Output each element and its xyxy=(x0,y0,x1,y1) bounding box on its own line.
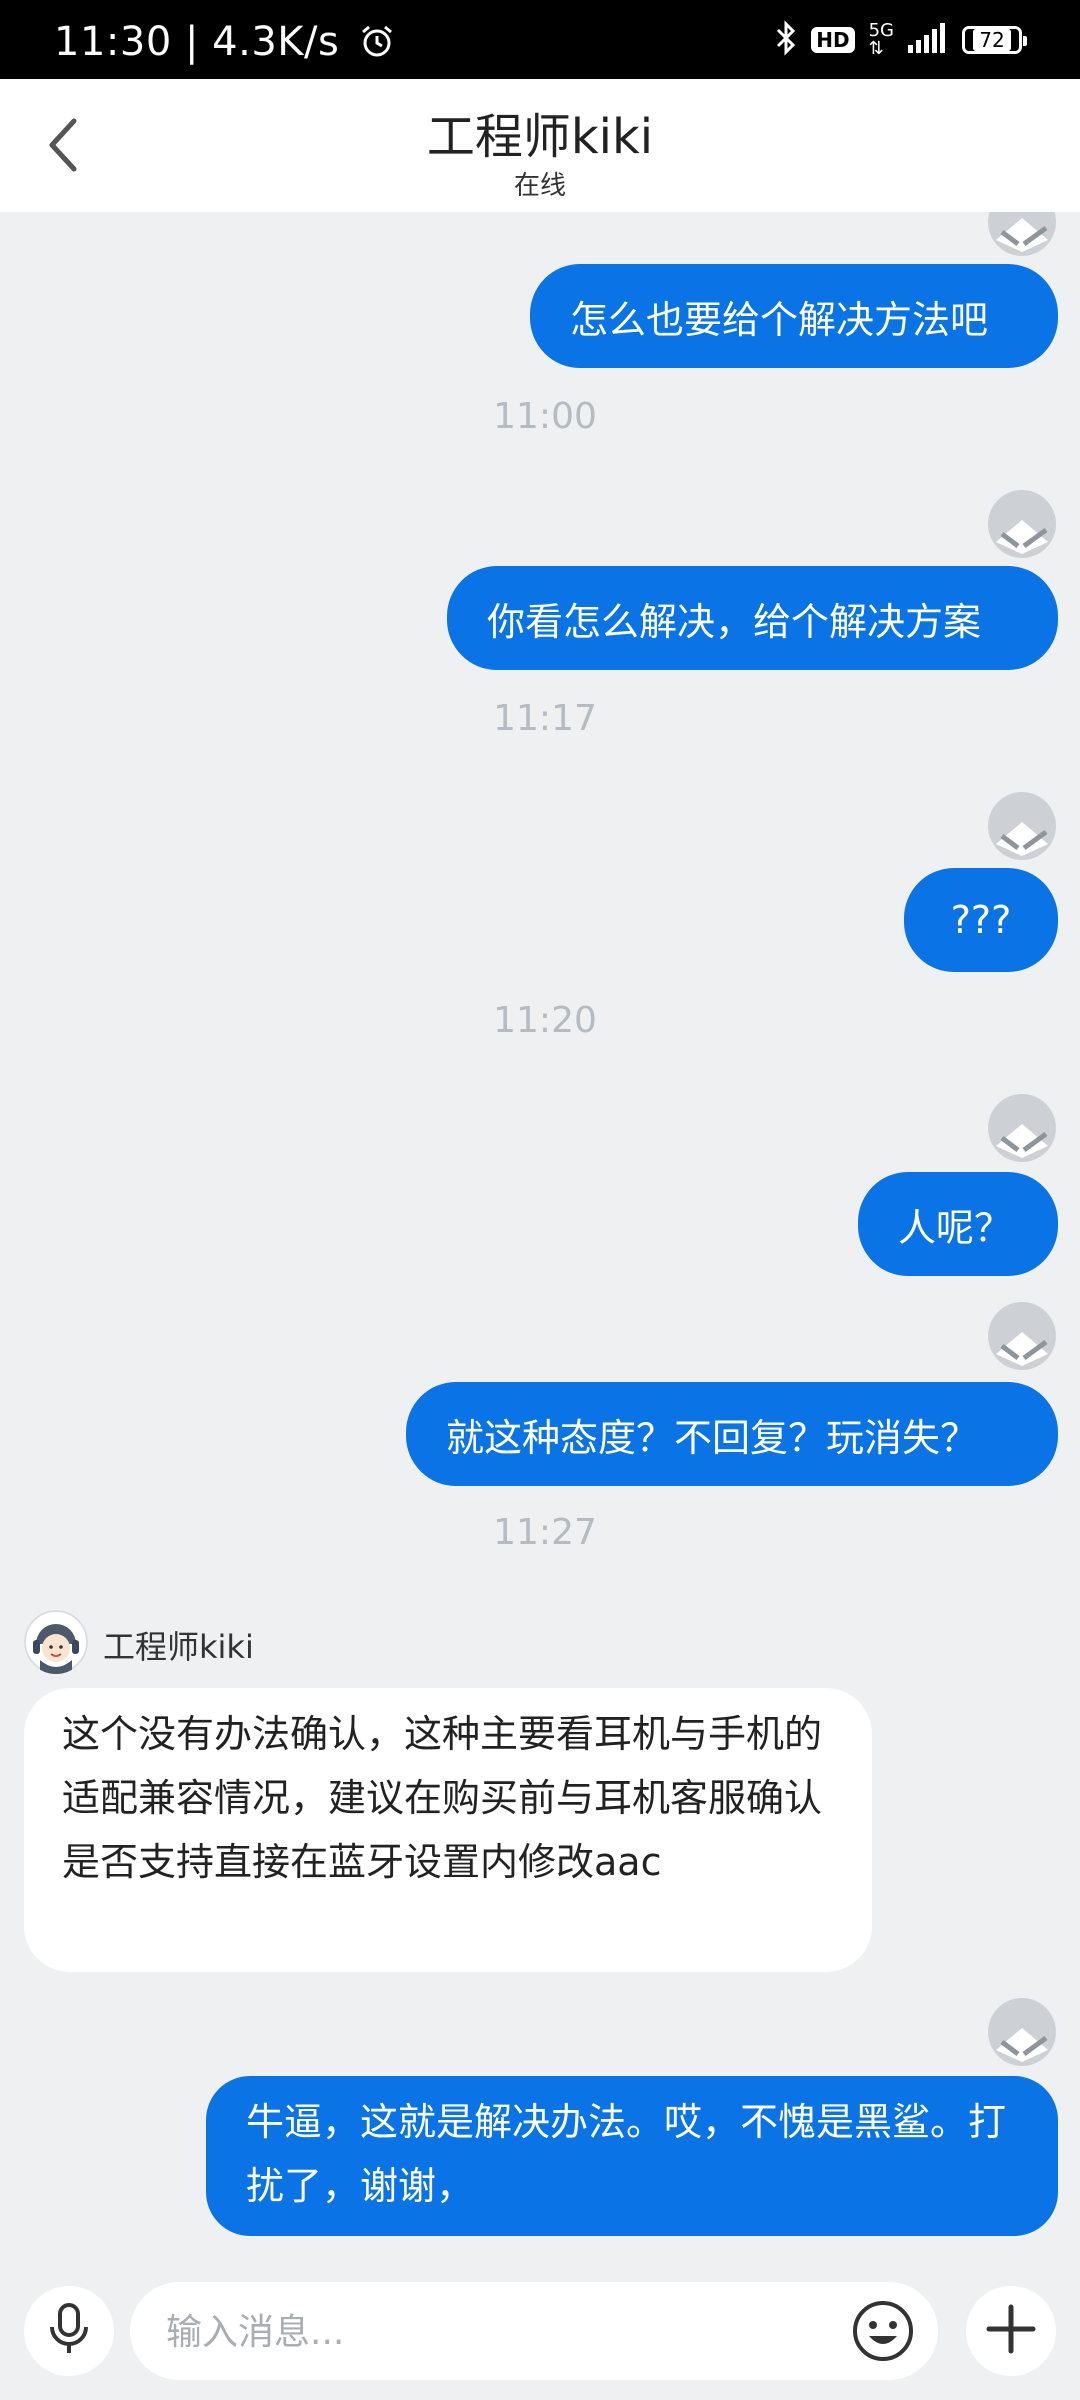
message-text: 就这种态度？不回复？玩消失？ xyxy=(446,1415,979,1460)
message-list[interactable]: 怎么也要给个解决方法吧 11:00 你看怎么解决，给个解决方案 11:17 ??… xyxy=(0,212,1080,2262)
chat-header: 工程师kiki 在线 xyxy=(0,79,1080,212)
message-text: 人呢？ xyxy=(898,1205,1013,1250)
outgoing-message[interactable]: 就这种态度？不回复？玩消失？ xyxy=(406,1382,1058,1486)
alarm-icon xyxy=(359,23,395,66)
plus-icon xyxy=(985,2303,1037,2359)
emoji-button[interactable] xyxy=(848,2296,918,2366)
message-text: 怎么也要给个解决方法吧 xyxy=(570,297,989,342)
battery-level: 72 xyxy=(973,29,1011,51)
message-text: 这个没有办法确认，这种主要看耳机与手机的适配兼容情况，建议在购买前与耳机客服确认… xyxy=(62,1712,823,1884)
user-avatar xyxy=(988,212,1056,256)
data-arrows-icon: ⇅ xyxy=(868,38,884,59)
user-avatar xyxy=(988,1094,1056,1162)
smiley-icon xyxy=(848,2301,918,2370)
user-avatar xyxy=(988,490,1056,558)
incoming-message[interactable]: 这个没有办法确认，这种主要看耳机与手机的适配兼容情况，建议在购买前与耳机客服确认… xyxy=(24,1688,872,1972)
timestamp: 11:17 xyxy=(493,698,597,739)
voice-input-button[interactable] xyxy=(24,2286,114,2376)
user-avatar xyxy=(988,1302,1056,1370)
page-title: 工程师kiki xyxy=(426,109,654,165)
sender-name: 工程师kiki xyxy=(103,1628,254,1666)
timestamp: 11:27 xyxy=(493,1512,597,1553)
outgoing-message[interactable]: ??? xyxy=(904,868,1058,972)
timestamp: 11:00 xyxy=(493,396,597,437)
input-bar xyxy=(0,2262,1080,2400)
timestamp: 11:20 xyxy=(493,1000,597,1041)
status-time-text: 11:30 | 4.3K/s xyxy=(54,19,340,65)
message-text: 你看怎么解决，给个解决方案 xyxy=(487,599,982,644)
bluetooth-icon xyxy=(775,20,797,60)
agent-avatar[interactable] xyxy=(24,1610,88,1674)
message-input[interactable] xyxy=(164,2282,768,2382)
message-text: 牛逼，这就是解决办法。哎，不愧是黑鲨。打扰了，谢谢， xyxy=(246,2100,1007,2208)
hd-badge: HD xyxy=(811,27,855,53)
user-avatar xyxy=(988,792,1056,860)
signal-icon xyxy=(908,23,948,57)
online-status: 在线 xyxy=(513,171,566,201)
outgoing-message[interactable]: 牛逼，这就是解决办法。哎，不愧是黑鲨。打扰了，谢谢， xyxy=(206,2076,1058,2236)
message-input-container[interactable] xyxy=(130,2282,938,2382)
outgoing-message[interactable]: 人呢？ xyxy=(858,1172,1058,1276)
user-avatar xyxy=(988,1998,1056,2066)
message-text: ??? xyxy=(950,898,1012,942)
outgoing-message[interactable]: 你看怎么解决，给个解决方案 xyxy=(447,566,1058,670)
more-options-button[interactable] xyxy=(966,2286,1056,2376)
battery-icon: 72 xyxy=(962,26,1027,54)
status-bar: 11:30 | 4.3K/s HD 5G ⇅ 72 xyxy=(0,0,1080,79)
microphone-icon xyxy=(44,2301,94,2361)
outgoing-message[interactable]: 怎么也要给个解决方法吧 xyxy=(530,264,1058,368)
network-indicator: 5G ⇅ xyxy=(869,22,894,58)
status-time-speed: 11:30 | 4.3K/s xyxy=(54,22,395,66)
status-icons: HD 5G ⇅ 72 xyxy=(775,18,1027,62)
